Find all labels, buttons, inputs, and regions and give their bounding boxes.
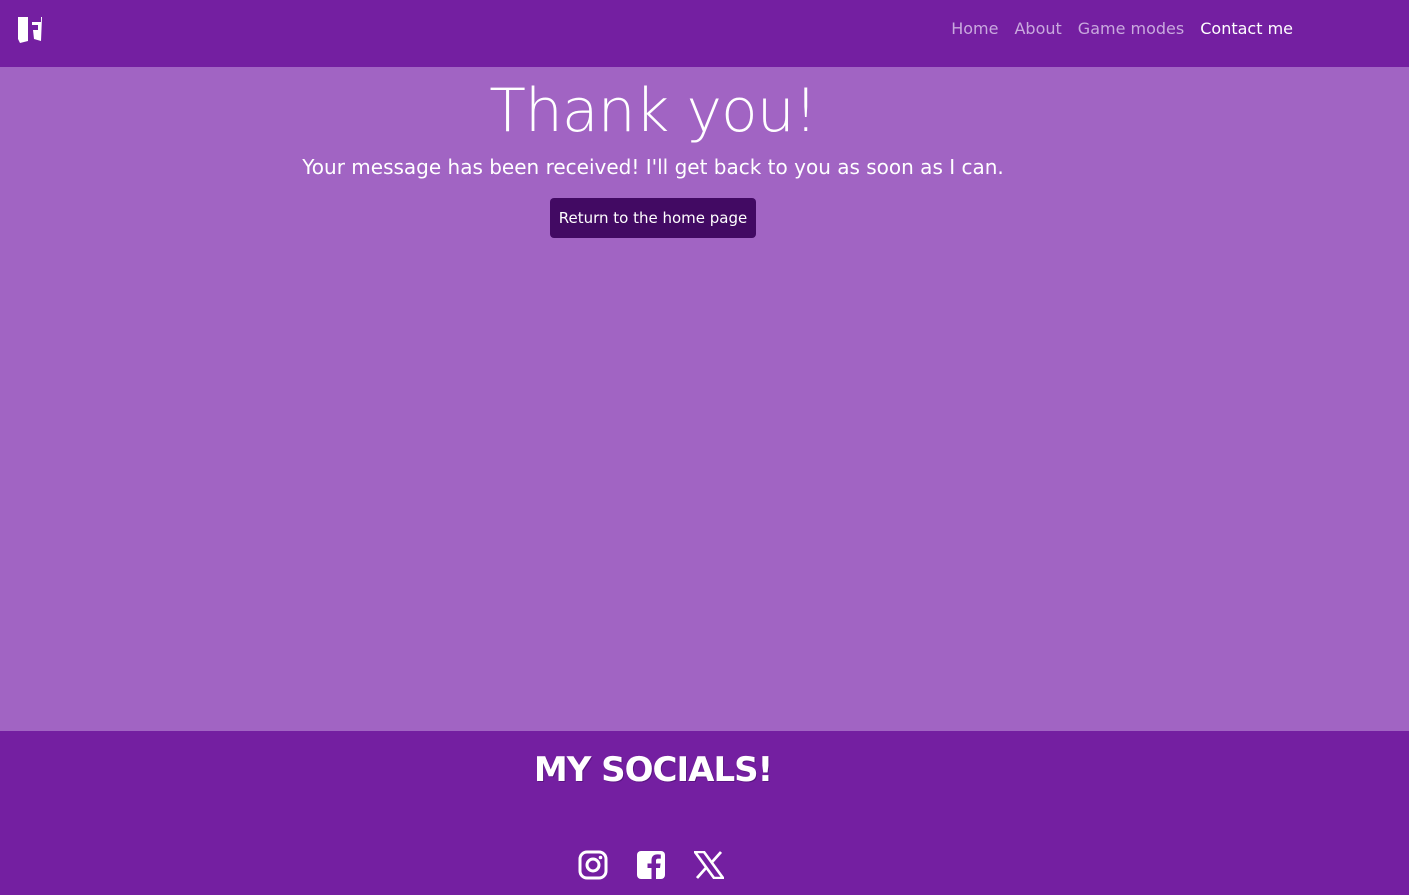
return-home-button[interactable]: Return to the home page [550,198,756,238]
page-title: Thank you! [489,76,818,146]
instagram-icon[interactable] [578,849,608,881]
navbar: Home About Game modes Contact me [0,0,1409,67]
social-icons [578,849,724,881]
fortnite-logo-icon[interactable] [16,15,44,43]
confirmation-message: Your message has been received! I'll get… [302,155,1004,179]
nav-link-game-modes[interactable]: Game modes [1078,18,1184,40]
main-content: Thank you! Your message has been receive… [0,67,1409,731]
footer: MY SOCIALS! [0,731,1409,895]
nav-links: Home About Game modes Contact me [951,18,1293,40]
nav-link-about[interactable]: About [1014,18,1061,40]
nav-link-contact-me[interactable]: Contact me [1200,18,1293,40]
facebook-icon[interactable] [636,849,666,881]
nav-link-home[interactable]: Home [951,18,998,40]
x-twitter-icon[interactable] [694,849,724,881]
socials-heading: MY SOCIALS! [533,750,773,790]
